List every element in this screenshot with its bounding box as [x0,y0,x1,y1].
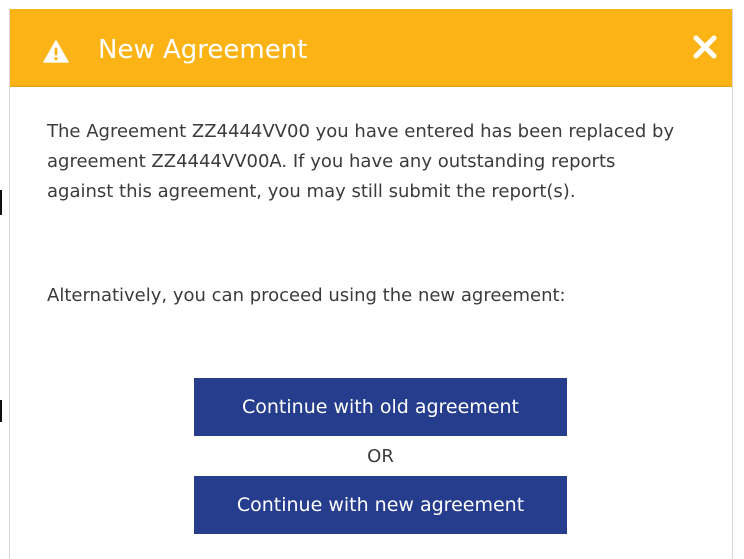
new-agreement-dialog: New Agreement The Agreement ZZ4444VV00 y… [9,9,733,559]
warning-triangle-icon [43,40,69,63]
or-separator: OR [367,446,394,467]
background-edge-mark [0,400,2,422]
continue-new-agreement-button[interactable]: Continue with new agreement [194,476,567,534]
background-edge-mark [0,190,2,215]
alternative-message: Alternatively, you can proceed using the… [47,285,566,306]
agreement-replaced-message: The Agreement ZZ4444VV00 you have entere… [47,121,675,202]
dialog-header: New Agreement [10,9,732,87]
close-icon[interactable] [690,32,720,62]
dialog-title: New Agreement [98,35,308,65]
continue-old-agreement-button[interactable]: Continue with old agreement [194,378,567,436]
